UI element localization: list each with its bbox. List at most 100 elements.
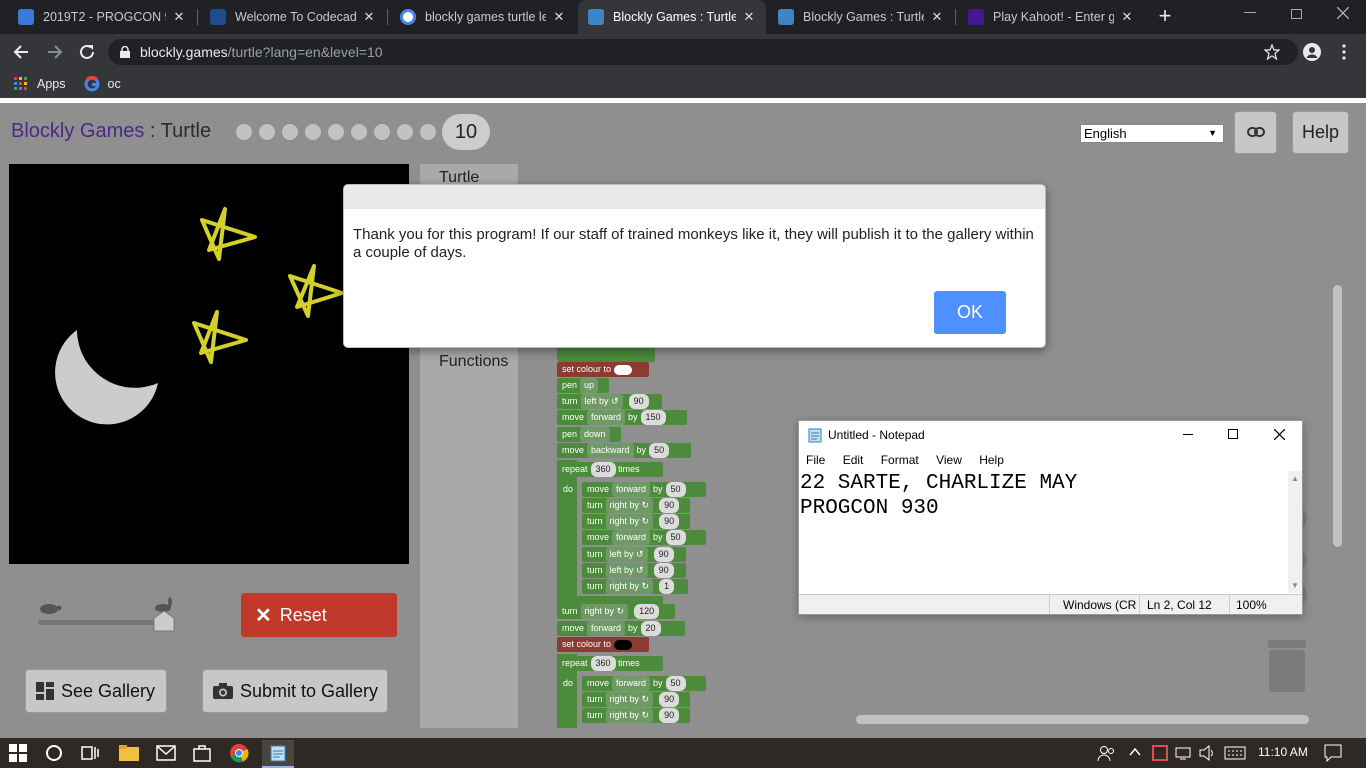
move-dropdown[interactable]: backward (587, 443, 634, 458)
turn-dropdown[interactable]: right by ↻ (580, 604, 629, 619)
menu-view[interactable]: View (936, 453, 962, 467)
close-icon[interactable]: ✕ (742, 9, 756, 25)
number-field[interactable]: 50 (665, 676, 686, 691)
menu-format[interactable]: Format (881, 453, 919, 467)
turn-dropdown[interactable]: left by ↺ (580, 394, 623, 409)
code-block-turn[interactable]: turn right by ↻ 90 (582, 692, 690, 707)
language-select[interactable]: English ▼ (1080, 124, 1224, 143)
current-level-badge[interactable]: 10 (442, 114, 490, 150)
number-field[interactable]: 1 (659, 579, 675, 594)
level-dot[interactable] (236, 124, 252, 140)
code-block-move[interactable]: move forward by 50 (582, 530, 706, 545)
level-dot[interactable] (259, 124, 275, 140)
store-icon[interactable] (193, 744, 213, 764)
tab-codecademy[interactable]: Welcome To Codecaden ✕ (200, 0, 386, 34)
toolbox-category-functions[interactable]: Functions (439, 353, 508, 371)
new-tab-button[interactable]: + (1153, 4, 1177, 28)
close-window-icon[interactable] (1337, 7, 1349, 19)
number-field[interactable]: 20 (640, 621, 661, 636)
bookmark-apps[interactable]: Apps (37, 77, 66, 91)
code-block-move[interactable]: move forward by 50 (582, 676, 706, 691)
code-block-turn[interactable]: turn right by ↻ 120 (557, 604, 675, 619)
code-block-turn[interactable]: turn left by ↺ 90 (582, 563, 686, 578)
code-block-pen[interactable]: pen up (557, 378, 609, 393)
number-field[interactable]: 150 (640, 410, 666, 425)
reload-icon[interactable] (78, 43, 96, 61)
level-dot[interactable] (420, 124, 436, 140)
number-field[interactable]: 360 (590, 656, 616, 671)
menu-file[interactable]: File (806, 453, 825, 467)
turn-dropdown[interactable]: right by ↻ (605, 708, 654, 723)
tab-blockly-turtle-active[interactable]: Blockly Games : Turtle ✕ (578, 0, 766, 34)
number-field[interactable]: 90 (659, 514, 680, 529)
windows-start-icon[interactable] (9, 744, 29, 764)
help-button[interactable]: Help (1292, 111, 1349, 154)
code-block-turn[interactable]: turn left by ↺ 90 (557, 394, 662, 409)
reset-button[interactable]: ✕ Reset (241, 593, 397, 637)
code-block-set-colour[interactable]: set colour to (557, 637, 649, 652)
menu-edit[interactable]: Edit (843, 453, 864, 467)
speed-slider-handle[interactable] (153, 610, 175, 632)
code-block-turn[interactable]: turn right by ↻ 90 (582, 498, 690, 513)
code-block-move[interactable]: move forward by 20 (557, 621, 685, 636)
number-field[interactable]: 90 (659, 708, 680, 723)
code-block-set-colour[interactable]: set colour to (557, 362, 649, 377)
move-dropdown[interactable]: forward (612, 482, 651, 497)
number-field[interactable]: 90 (659, 692, 680, 707)
people-icon[interactable] (1097, 744, 1115, 762)
workspace-vertical-scrollbar[interactable] (1333, 285, 1342, 547)
code-block-turn[interactable]: turn left by ↺ 90 (582, 547, 686, 562)
number-field[interactable]: 360 (590, 462, 616, 477)
turn-dropdown[interactable]: right by ↻ (605, 514, 654, 529)
number-field[interactable]: 50 (649, 443, 670, 458)
pen-dropdown[interactable]: down (580, 427, 610, 442)
move-dropdown[interactable]: forward (587, 410, 626, 425)
notepad-scrollbar[interactable]: ▲ ▼ (1288, 471, 1302, 593)
level-dot[interactable] (328, 124, 344, 140)
close-icon[interactable]: ✕ (1120, 9, 1134, 25)
number-field[interactable]: 90 (628, 394, 649, 409)
link-button[interactable] (1234, 111, 1277, 154)
notifications-icon[interactable] (1324, 744, 1342, 762)
close-icon[interactable] (1274, 429, 1285, 440)
see-gallery-button[interactable]: See Gallery (25, 669, 167, 713)
file-explorer-icon[interactable] (119, 744, 139, 764)
close-icon[interactable]: ✕ (172, 9, 186, 25)
maximize-icon[interactable] (1228, 429, 1238, 439)
defender-icon[interactable] (1151, 744, 1169, 762)
move-dropdown[interactable]: forward (587, 621, 626, 636)
bookmark-oc[interactable]: oc (108, 77, 121, 91)
turn-dropdown[interactable]: left by ↺ (605, 563, 648, 578)
task-view-icon[interactable] (81, 744, 101, 764)
code-block-turn[interactable]: turn right by ↻ 1 (582, 579, 688, 594)
menu-help[interactable]: Help (979, 453, 1004, 467)
code-block-turn[interactable]: turn right by ↻ 90 (582, 514, 690, 529)
move-dropdown[interactable]: forward (612, 676, 651, 691)
restore-icon[interactable] (1291, 9, 1302, 19)
code-block-repeat[interactable]: repeat 360 times (557, 656, 663, 671)
tab-progcon[interactable]: 2019T2 - PROGCON 93 ✕ (8, 0, 196, 34)
close-icon[interactable]: ✕ (362, 9, 376, 25)
submit-gallery-button[interactable]: Submit to Gallery (202, 669, 388, 713)
chevron-up-icon[interactable] (1129, 747, 1141, 757)
back-icon[interactable] (12, 43, 30, 61)
turn-dropdown[interactable]: right by ↻ (605, 579, 654, 594)
close-icon[interactable]: ✕ (552, 9, 566, 25)
turn-dropdown[interactable]: right by ↻ (605, 498, 654, 513)
forward-icon[interactable] (46, 43, 64, 61)
number-field[interactable]: 50 (665, 530, 686, 545)
menu-kebab-icon[interactable] (1342, 44, 1346, 60)
chevron-up-icon[interactable]: ▲ (1291, 474, 1299, 483)
taskbar-clock[interactable]: 11:10 AM (1258, 745, 1308, 759)
address-bar[interactable]: blockly.games/turtle?lang=en&level=10 (108, 39, 1298, 65)
minimize-icon[interactable] (1244, 12, 1256, 13)
number-field[interactable]: 90 (659, 498, 680, 513)
mail-icon[interactable] (156, 745, 176, 765)
code-block-move[interactable]: move forward by 50 (582, 482, 706, 497)
number-field[interactable]: 50 (665, 482, 686, 497)
number-field[interactable]: 120 (634, 604, 660, 619)
workspace-horizontal-scrollbar[interactable] (856, 715, 1309, 724)
speed-slider[interactable] (38, 620, 164, 625)
bookmark-star-icon[interactable] (1264, 44, 1280, 60)
level-dot[interactable] (305, 124, 321, 140)
